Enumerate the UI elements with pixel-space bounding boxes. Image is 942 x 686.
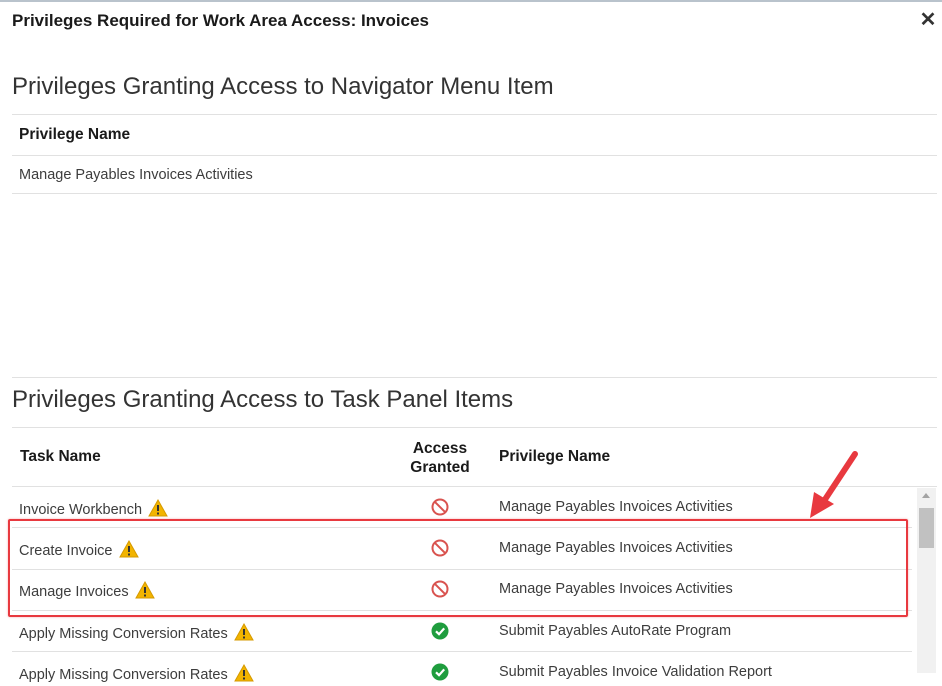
scroll-up-arrow-icon[interactable]: [922, 493, 930, 498]
table-row[interactable]: Invoice Workbench: [19, 498, 168, 521]
window-top-border: [0, 0, 942, 2]
divider: [12, 651, 912, 652]
access-granted-header-line1: Access: [412, 440, 468, 457]
privilege-name-header: Privilege Name: [499, 448, 611, 465]
task-name-link[interactable]: Invoice Workbench: [19, 502, 142, 518]
task-panel-section-heading: Privileges Granting Access to Task Panel…: [12, 386, 514, 413]
divider: [12, 155, 937, 156]
divider: [12, 193, 937, 194]
privilege-name-header: Privilege Name: [19, 126, 131, 143]
divider: [12, 427, 937, 428]
privilege-name-cell: Manage Payables Invoices Activities: [499, 499, 733, 515]
red-arrow-annotation-icon: [810, 451, 858, 518]
privilege-name-cell: Submit Payables Invoice Validation Repor…: [499, 664, 772, 680]
navigator-section-heading: Privileges Granting Access to Navigator …: [12, 73, 554, 100]
task-name-link[interactable]: Apply Missing Conversion Rates: [19, 626, 228, 642]
table-row[interactable]: Apply Missing Conversion Rates: [19, 622, 254, 645]
privilege-name-cell: Submit Payables AutoRate Program: [499, 623, 732, 639]
warning-triangle-icon: [148, 498, 168, 521]
task-name-link[interactable]: Apply Missing Conversion Rates: [19, 667, 228, 683]
check-circle-icon: [431, 622, 449, 640]
check-circle-icon: [431, 663, 449, 681]
divider: [12, 114, 937, 115]
highlight-box-annotation: [8, 519, 908, 617]
close-icon[interactable]: ✕: [917, 9, 939, 31]
divider: [12, 377, 937, 378]
warning-triangle-icon: [233, 663, 254, 686]
navigator-privilege-cell: Manage Payables Invoices Activities: [19, 167, 253, 183]
task-name-header: Task Name: [20, 448, 101, 465]
access-granted-header-line2: Granted: [410, 459, 470, 476]
table-row[interactable]: Apply Missing Conversion Rates: [19, 663, 254, 686]
warning-triangle-icon: [233, 622, 254, 645]
vertical-scrollbar[interactable]: [917, 488, 936, 673]
access-granted-header: Access Granted: [400, 439, 480, 477]
scrollbar-thumb[interactable]: [919, 508, 934, 548]
divider: [12, 486, 937, 487]
no-entry-icon: [431, 498, 449, 516]
dialog-title: Privileges Required for Work Area Access…: [12, 11, 429, 30]
